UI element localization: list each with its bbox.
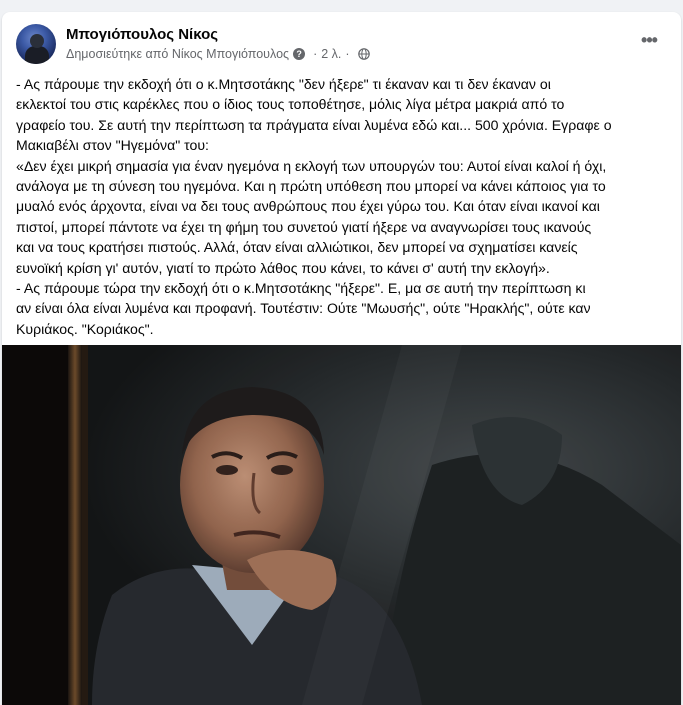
globe-icon[interactable] bbox=[357, 48, 370, 60]
post-text-line: - Ας πάρουμε τώρα την εκδοχή ότι ο κ.Μητ… bbox=[16, 280, 586, 297]
post-text-line: μυαλό ενός άρχοντα, είναι να δει τους αν… bbox=[16, 198, 600, 215]
author-name[interactable]: Μπογιόπουλος Νίκος bbox=[66, 26, 218, 43]
post-text-line: Κυριάκος. "Κοριάκος". bbox=[16, 320, 154, 337]
post-text-line: ανάλογα με τη σύνεση του ηγεμόνα. Και η … bbox=[16, 178, 606, 195]
post-meta-prefix: Δημοσιεύτηκε από Νίκος Μπογιόπουλος bbox=[66, 47, 290, 61]
avatar-figure-head bbox=[30, 34, 44, 48]
more-options-icon[interactable]: ••• bbox=[635, 28, 663, 56]
help-icon[interactable]: ? bbox=[293, 48, 306, 60]
post-text-line: «Δεν έχει μικρή σημασία για έναν ηγεμόνα… bbox=[16, 157, 607, 174]
post-text-line: και να τους κρατήσει πιστούς. Αλλά, όταν… bbox=[16, 239, 578, 256]
post-time[interactable]: 2 λ. bbox=[321, 47, 341, 61]
post-text-line: - Ας πάρουμε την εκδοχή ότι ο κ.Μητσοτάκ… bbox=[16, 76, 551, 92]
photo-illustration bbox=[2, 345, 681, 705]
post-text-line: πιστοί, μπορεί πάντοτε να έχει τη φήμη τ… bbox=[16, 218, 592, 235]
meta-separator: · bbox=[313, 47, 318, 61]
post-text-line: γραφείο του. Σε αυτή την περίπτωση τα πρ… bbox=[16, 116, 612, 133]
post-meta: Δημοσιεύτηκε από Νίκος Μπογιόπουλος ? · … bbox=[66, 47, 370, 61]
post-text-line: Μακιαβέλι στον "Ηγεμόνα" του: bbox=[16, 137, 209, 154]
meta-separator-2: · bbox=[345, 47, 350, 61]
avatar-figure-body bbox=[25, 46, 49, 64]
post-text-line: ευνοϊκή κρίση γι' αυτόν, γιατί το πρώτο … bbox=[16, 259, 550, 276]
post-text: - Ας πάρουμε την εκδοχή ότι ο κ.Μητσοτάκ… bbox=[16, 74, 672, 339]
post-photo[interactable] bbox=[2, 345, 681, 705]
post-text-line: αν είναι όλα είναι λυμένα και προφανή. Τ… bbox=[16, 300, 591, 317]
author-avatar[interactable] bbox=[16, 24, 56, 64]
post-card: Μπογιόπουλος Νίκος Δημοσιεύτηκε από Νίκο… bbox=[2, 12, 681, 705]
post-text-line: εκλεκτοί του στις καρέκλες που ο ίδιος τ… bbox=[16, 96, 565, 113]
post-header: Μπογιόπουλος Νίκος Δημοσιεύτηκε από Νίκο… bbox=[2, 12, 681, 68]
